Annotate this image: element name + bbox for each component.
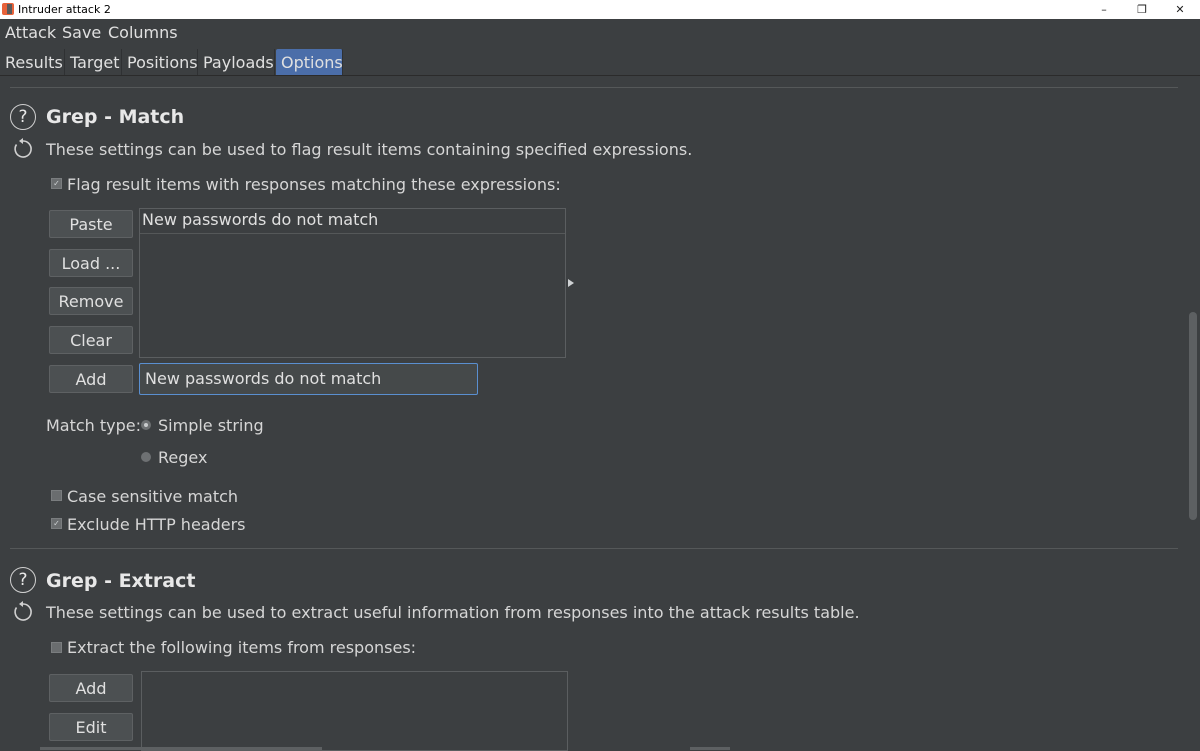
exclude-headers-label: Exclude HTTP headers xyxy=(67,515,246,534)
window-title: Intruder attack 2 xyxy=(18,3,111,16)
add-button[interactable]: Add xyxy=(49,365,133,393)
refresh-icon[interactable] xyxy=(12,601,34,623)
expand-arrow-icon[interactable] xyxy=(568,279,574,287)
extract-items-list[interactable] xyxy=(141,671,568,751)
case-sensitive-checkbox[interactable] xyxy=(51,490,62,501)
close-button[interactable]: ✕ xyxy=(1161,0,1199,19)
remove-button[interactable]: Remove xyxy=(49,287,133,315)
grep-extract-heading: Grep - Extract xyxy=(46,570,196,592)
menu-columns[interactable]: Columns xyxy=(108,23,178,42)
paste-button[interactable]: Paste xyxy=(49,210,133,238)
window-titlebar: Intruder attack 2 – ❐ ✕ xyxy=(0,0,1200,19)
grep-extract-description: These settings can be used to extract us… xyxy=(46,603,860,622)
minimize-button[interactable]: – xyxy=(1085,0,1123,19)
help-circle-icon[interactable]: ? xyxy=(10,567,36,593)
match-type-label: Match type: xyxy=(46,416,142,435)
extract-items-checkbox[interactable] xyxy=(51,642,62,653)
tab-payloads[interactable]: Payloads xyxy=(198,49,275,75)
grep-match-heading: Grep - Match xyxy=(46,106,185,128)
burp-app-icon xyxy=(2,3,14,15)
flag-result-label: Flag result items with responses matchin… xyxy=(67,175,561,194)
divider xyxy=(10,87,1178,88)
exclude-headers-checkbox[interactable]: ✓ xyxy=(51,518,62,529)
menu-attack[interactable]: Attack xyxy=(5,23,56,42)
extract-items-label: Extract the following items from respons… xyxy=(67,638,417,657)
clear-button[interactable]: Clear xyxy=(49,326,133,354)
extract-edit-button[interactable]: Edit xyxy=(49,713,133,741)
list-item[interactable]: New passwords do not match xyxy=(140,209,565,234)
regex-radio[interactable] xyxy=(141,452,151,462)
menu-bar: Attack Save Columns xyxy=(0,19,1200,45)
refresh-icon[interactable] xyxy=(12,138,34,160)
flag-result-checkbox[interactable]: ✓ xyxy=(51,178,62,189)
tab-positions[interactable]: Positions xyxy=(122,49,198,75)
help-circle-icon[interactable]: ? xyxy=(10,104,36,130)
restore-button[interactable]: ❐ xyxy=(1123,0,1161,19)
scrollbar-thumb[interactable] xyxy=(1189,312,1197,520)
grep-match-description: These settings can be used to flag resul… xyxy=(46,140,693,159)
expression-input[interactable]: New passwords do not match xyxy=(139,363,478,395)
simple-string-label: Simple string xyxy=(158,416,264,435)
case-sensitive-label: Case sensitive match xyxy=(67,487,239,506)
tab-options[interactable]: Options xyxy=(276,49,343,75)
expressions-list[interactable]: New passwords do not match xyxy=(139,208,566,358)
tab-target[interactable]: Target xyxy=(65,49,122,75)
regex-label: Regex xyxy=(158,448,208,467)
tab-bar: Results Target Positions Payloads Option… xyxy=(0,45,1200,76)
menu-save[interactable]: Save xyxy=(62,23,101,42)
options-panel: ? Grep - Match These settings can be use… xyxy=(0,76,1186,751)
load-button[interactable]: Load ... xyxy=(49,249,133,277)
extract-add-button[interactable]: Add xyxy=(49,674,133,702)
simple-string-radio[interactable] xyxy=(141,420,151,430)
tab-results[interactable]: Results xyxy=(0,49,65,75)
divider xyxy=(10,548,1178,549)
